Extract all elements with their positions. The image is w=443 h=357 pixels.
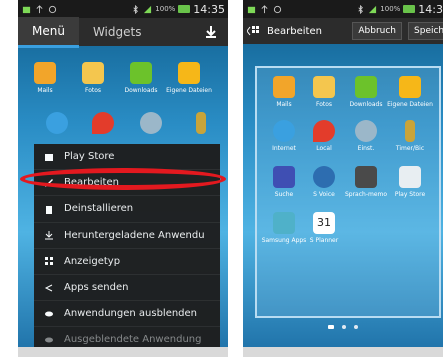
tab-widgets[interactable]: Widgets: [79, 18, 156, 46]
gear-icon: [355, 120, 377, 142]
share-icon: [44, 284, 53, 291]
eye-icon: [45, 337, 53, 343]
bluetooth-icon: [358, 4, 364, 14]
tab-menu[interactable]: Menü: [18, 16, 79, 48]
map-pin-icon: [92, 112, 114, 134]
app-local[interactable]: [80, 112, 126, 137]
notification-icon: [247, 6, 256, 13]
app-downloads[interactable]: Downloads: [343, 76, 389, 108]
nav-bar: [243, 347, 443, 357]
menu-item-anzeigetyp[interactable]: Anzeigetyp: [34, 249, 220, 275]
app-eigene-dateien[interactable]: Eigene Dateien: [387, 76, 433, 108]
menu-item-deinstallieren[interactable]: Deinstallieren: [34, 196, 220, 223]
microphone-icon: [313, 166, 335, 188]
phone-screen-edit: 100% 14:37 Bearbeiten Abbruch Speich. Ma…: [243, 0, 443, 357]
menu-item-anwendungen-ausblenden[interactable]: Anwendungen ausblenden: [34, 301, 220, 328]
usb-icon: [261, 4, 268, 13]
highlight-oval: [20, 168, 226, 190]
app-settings[interactable]: Einst.: [343, 120, 389, 152]
downloads-icon: [130, 62, 152, 84]
mail-icon: [273, 76, 295, 98]
page-indicator: [328, 325, 358, 329]
hourglass-icon: [196, 112, 206, 134]
hide-icon: [45, 311, 53, 317]
usb-icon: [36, 4, 43, 13]
google-search-icon: [273, 166, 295, 188]
signal-icon: [369, 5, 377, 13]
app-play-store[interactable]: Play Store: [387, 166, 433, 198]
cancel-button[interactable]: Abbruch: [352, 22, 403, 40]
trash-icon: [46, 205, 52, 214]
globe-icon: [273, 120, 295, 142]
app-fotos[interactable]: Fotos: [70, 62, 116, 94]
hourglass-icon: [405, 120, 415, 142]
tab-bar: Menü Widgets: [18, 16, 228, 48]
store-icon: [45, 153, 53, 161]
battery-percent: 100%: [380, 5, 401, 13]
app-settings[interactable]: [128, 112, 174, 137]
play-store-icon: [399, 166, 421, 188]
calendar-icon: 31: [313, 212, 335, 234]
app-timer[interactable]: [178, 112, 224, 137]
battery-percent: 100%: [155, 5, 176, 13]
menu-item-play-store[interactable]: Play Store: [34, 144, 220, 171]
mail-icon: [34, 62, 56, 84]
menu-item-heruntergeladene-anwendungen[interactable]: Heruntergeladene Anwendu: [34, 223, 220, 249]
samsung-apps-icon: [273, 212, 295, 234]
edit-action-bar: Bearbeiten Abbruch Speich.: [243, 18, 443, 44]
map-pin-icon: [313, 120, 335, 142]
status-bar: 100% 14:35: [18, 0, 228, 18]
page-dot-current: [328, 325, 334, 329]
app-internet[interactable]: [34, 112, 80, 137]
edit-title: Bearbeiten: [267, 25, 322, 37]
app-sprachmemo[interactable]: Sprach-memo: [343, 166, 389, 198]
grid-icon: [45, 257, 53, 266]
clock: 14:35: [193, 2, 225, 16]
page-dot: [342, 325, 346, 329]
menu-item-apps-senden[interactable]: Apps senden: [34, 275, 220, 302]
download-icon: [45, 231, 53, 240]
app-mails[interactable]: Mails: [22, 62, 68, 94]
voice-memo-icon: [355, 166, 377, 188]
globe-icon: [46, 112, 68, 134]
page-dot: [354, 325, 358, 329]
sync-icon: [273, 5, 282, 13]
bluetooth-icon: [133, 4, 139, 14]
folder-icon: [399, 76, 421, 98]
folder-icon: [178, 62, 200, 84]
app-eigene-dateien[interactable]: Eigene Dateien: [166, 62, 212, 94]
app-s-planner[interactable]: 31 S Planner: [301, 212, 347, 244]
photos-icon: [82, 62, 104, 84]
signal-icon: [144, 5, 152, 13]
app-downloads[interactable]: Downloads: [118, 62, 164, 94]
save-button[interactable]: Speich.: [408, 22, 443, 40]
download-icon[interactable]: [204, 25, 218, 39]
app-fotos[interactable]: Fotos: [301, 76, 347, 108]
status-bar: 100% 14:37: [243, 0, 443, 18]
sync-icon: [48, 5, 57, 13]
photos-icon: [313, 76, 335, 98]
clock: 14:37: [418, 2, 443, 16]
app-s-voice[interactable]: S Voice: [301, 166, 347, 198]
app-local[interactable]: Local: [301, 120, 347, 152]
back-apps-icon[interactable]: [247, 25, 261, 37]
notification-icon: [22, 6, 31, 13]
downloads-icon: [355, 76, 377, 98]
nav-bar: [18, 347, 228, 357]
gear-icon: [140, 112, 162, 134]
battery-icon: [403, 5, 416, 13]
app-timer[interactable]: Timer/Bic: [387, 120, 433, 152]
battery-icon: [178, 5, 191, 13]
phone-screen-menu: 100% 14:35 Menü Widgets Mails Fotos Down…: [18, 0, 228, 357]
